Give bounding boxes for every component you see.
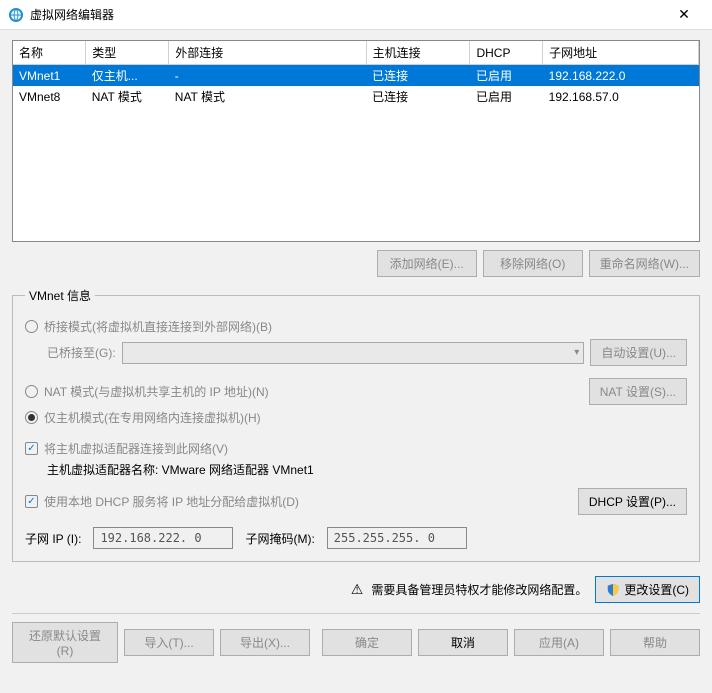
restore-defaults-button[interactable]: 还原默认设置(R): [12, 622, 118, 663]
hostonly-label: 仅主机模式(在专用网络内连接虚拟机)(H): [44, 409, 261, 426]
window-title: 虚拟网络编辑器: [30, 6, 664, 23]
column-header[interactable]: 主机连接: [366, 41, 470, 65]
export-button[interactable]: 导出(X)...: [220, 629, 310, 656]
subnet-mask-label: 子网掩码(M):: [245, 530, 314, 547]
table-row[interactable]: VMnet1仅主机...-已连接已启用192.168.222.0: [13, 65, 699, 87]
apply-button[interactable]: 应用(A): [514, 629, 604, 656]
adapter-name-label: 主机虚拟适配器名称: VMware 网络适配器 VMnet1: [47, 461, 314, 478]
table-cell: 已启用: [470, 65, 543, 87]
ok-button[interactable]: 确定: [322, 629, 412, 656]
connect-host-label: 将主机虚拟适配器连接到此网络(V): [44, 440, 228, 457]
column-header[interactable]: 名称: [13, 41, 86, 65]
bridge-label: 桥接模式(将虚拟机直接连接到外部网络)(B): [44, 318, 272, 335]
subnet-ip-label: 子网 IP (I):: [25, 530, 81, 547]
help-button[interactable]: 帮助: [610, 629, 700, 656]
nat-settings-button[interactable]: NAT 设置(S)...: [589, 378, 687, 405]
import-button[interactable]: 导入(T)...: [124, 629, 214, 656]
vmnet-info-legend: VMnet 信息: [25, 287, 95, 304]
add-network-button[interactable]: 添加网络(E)...: [377, 250, 477, 277]
column-header[interactable]: 子网地址: [543, 41, 699, 65]
titlebar: 虚拟网络编辑器 ✕: [0, 0, 712, 30]
dhcp-settings-button[interactable]: DHCP 设置(P)...: [578, 488, 687, 515]
table-cell: 192.168.222.0: [543, 65, 699, 87]
table-cell: -: [169, 65, 366, 87]
table-cell: 192.168.57.0: [543, 86, 699, 107]
vmnet-info-group: VMnet 信息 桥接模式(将虚拟机直接连接到外部网络)(B) 已桥接至(G):…: [12, 287, 700, 562]
table-row[interactable]: VMnet8NAT 模式NAT 模式已连接已启用192.168.57.0: [13, 86, 699, 107]
use-dhcp-label: 使用本地 DHCP 服务将 IP 地址分配给虚拟机(D): [44, 493, 299, 510]
table-cell: VMnet1: [13, 65, 86, 87]
connect-host-checkbox: [25, 442, 38, 455]
table-cell: 已连接: [366, 86, 470, 107]
cancel-button[interactable]: 取消: [418, 629, 508, 656]
rename-network-button[interactable]: 重命名网络(W)...: [589, 250, 700, 277]
close-icon[interactable]: ✕: [664, 6, 704, 23]
network-table[interactable]: 名称类型外部连接主机连接DHCP子网地址 VMnet1仅主机...-已连接已启用…: [12, 40, 700, 242]
nat-radio: [25, 385, 38, 398]
bridged-to-select: [122, 342, 585, 364]
change-settings-button[interactable]: 更改设置(C): [595, 576, 700, 603]
table-cell: 已启用: [470, 86, 543, 107]
table-cell: 仅主机...: [86, 65, 169, 87]
table-cell: VMnet8: [13, 86, 86, 107]
admin-message: 需要具备管理员特权才能修改网络配置。: [371, 581, 587, 598]
remove-network-button[interactable]: 移除网络(O): [483, 250, 583, 277]
app-icon: [8, 7, 24, 23]
hostonly-radio: [25, 411, 38, 424]
auto-settings-button[interactable]: 自动设置(U)...: [590, 339, 687, 366]
column-header[interactable]: DHCP: [470, 41, 543, 65]
bridge-radio: [25, 320, 38, 333]
table-cell: NAT 模式: [169, 86, 366, 107]
subnet-ip-input[interactable]: [93, 527, 233, 549]
shield-icon: [606, 583, 620, 597]
column-header[interactable]: 外部连接: [169, 41, 366, 65]
column-header[interactable]: 类型: [86, 41, 169, 65]
subnet-mask-input[interactable]: [327, 527, 467, 549]
table-cell: NAT 模式: [86, 86, 169, 107]
use-dhcp-checkbox: [25, 495, 38, 508]
bridged-to-label: 已桥接至(G):: [47, 344, 116, 361]
nat-label: NAT 模式(与虚拟机共享主机的 IP 地址)(N): [44, 383, 269, 400]
table-cell: 已连接: [366, 65, 470, 87]
warning-icon: ⚠: [351, 581, 364, 598]
